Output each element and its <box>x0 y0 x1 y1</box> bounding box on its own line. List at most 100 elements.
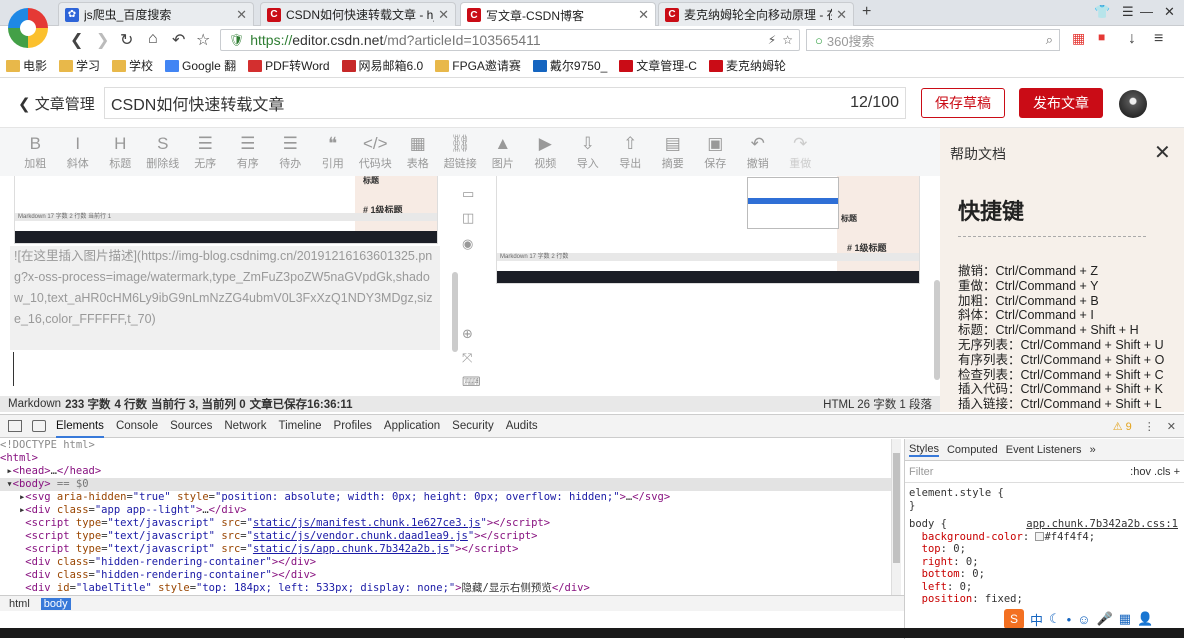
tab-baidu-search[interactable]: ✿ js爬虫_百度搜索 ✕ <box>58 2 254 26</box>
close-icon[interactable]: ✕ <box>236 7 247 23</box>
toolbar-button[interactable]: </> 代码块 <box>354 128 397 176</box>
home-icon[interactable]: ⌂ <box>148 30 158 48</box>
reload-icon[interactable]: ↻ <box>120 30 133 50</box>
css-property[interactable]: left: 0; <box>905 581 1184 594</box>
toolbar-button[interactable]: ❝ 引用 <box>312 128 355 176</box>
devtools-tab[interactable]: Audits <box>506 415 538 438</box>
bookmark-item[interactable]: 电影 <box>6 57 47 74</box>
devtools-tab[interactable]: Application <box>384 415 440 438</box>
lightning-icon[interactable]: ⚡ <box>768 33 776 47</box>
rule-source-link[interactable]: app.chunk.7b342a2b.css:1 <box>1026 518 1184 531</box>
css-property[interactable]: top: 0; <box>905 543 1184 556</box>
sogou-ime-icon[interactable]: S <box>1004 609 1024 629</box>
bookmark-item[interactable]: 网易邮箱6.0 <box>341 57 423 74</box>
toolbar-button[interactable]: ☰ 无序 <box>184 128 227 176</box>
toolbar-button[interactable]: ⇧ 导出 <box>609 128 652 176</box>
toolbar-button[interactable]: ☰ 有序 <box>227 128 270 176</box>
close-icon[interactable]: ✕ <box>1154 140 1171 165</box>
css-property[interactable]: bottom: 0; <box>905 568 1184 581</box>
toolbar-button[interactable]: ⇩ 导入 <box>567 128 610 176</box>
bookmark-item[interactable]: FPGA邀请赛 <box>435 57 521 74</box>
save-draft-button[interactable]: 保存草稿 <box>921 88 1005 118</box>
bookmark-item[interactable]: 麦克纳姆轮 <box>708 57 786 74</box>
markdown-editor[interactable]: 标题 # 1级标题 Markdown 17 字数 2 行数 当前行 1 ![在这… <box>0 176 460 396</box>
mic-icon[interactable]: 🎤 <box>1097 611 1113 627</box>
bookmark-item[interactable]: 学校 <box>112 57 153 74</box>
toolbar-button[interactable]: ☰ 待办 <box>269 128 312 176</box>
new-badge-icon[interactable]: ■ <box>1098 30 1105 44</box>
close-icon[interactable]: ✕ <box>438 7 449 23</box>
close-icon[interactable]: ✕ <box>638 7 649 23</box>
dom-scrollbar[interactable] <box>891 439 901 609</box>
devtools-tab[interactable]: Elements <box>56 415 104 438</box>
filter-tools[interactable]: :hov .cls + <box>1130 466 1180 478</box>
new-tab-button[interactable]: + <box>862 3 871 21</box>
publish-button[interactable]: 发布文章 <box>1019 88 1103 118</box>
dot-icon[interactable]: • <box>1067 612 1072 627</box>
ime-chinese-icon[interactable]: 中 <box>1030 610 1043 629</box>
device-icon[interactable] <box>32 420 46 432</box>
toolbar-button[interactable]: ▤ 摘要 <box>652 128 695 176</box>
preview-eye-icon[interactable]: ◉ <box>462 236 473 252</box>
toolbar-button[interactable]: I 斜体 <box>57 128 100 176</box>
user-icon[interactable]: 👤 <box>1137 611 1153 627</box>
search-input[interactable]: ○ 360搜索 ⌕ <box>806 29 1060 51</box>
smile-icon[interactable]: ☺ <box>1077 612 1090 627</box>
tab-computed[interactable]: Computed <box>947 444 998 456</box>
avatar[interactable] <box>1119 90 1147 118</box>
toolbar-button[interactable]: ▣ 保存 <box>694 128 737 176</box>
devtools-tab[interactable]: Timeline <box>279 415 322 438</box>
apps-icon[interactable]: ▦ <box>1072 30 1085 47</box>
undo-close-icon[interactable]: ↶ <box>172 30 185 50</box>
toolbar-button[interactable]: ↶ 撤销 <box>737 128 780 176</box>
crumb-html[interactable]: html <box>6 598 33 610</box>
grid-icon[interactable]: ▦ <box>1119 611 1131 627</box>
bookmark-item[interactable]: PDF转Word <box>248 57 330 74</box>
tab-mecanum[interactable]: C 麦克纳姆轮全向移动原理 - 在路 ✕ <box>658 2 854 26</box>
more-tabs-icon[interactable]: » <box>1090 444 1096 456</box>
crumb-body[interactable]: body <box>40 597 71 610</box>
tab-styles[interactable]: Styles <box>909 443 939 457</box>
devtools-tab[interactable]: Console <box>116 415 158 438</box>
tab-write-article[interactable]: C 写文章-CSDN博客 ✕ <box>460 2 656 27</box>
preview-scrollbar[interactable] <box>934 280 940 380</box>
devtools-tab[interactable]: Network <box>224 415 266 438</box>
toolbar-button[interactable]: B 加粗 <box>14 128 57 176</box>
url-field[interactable]: 🛡 https://editor.csdn.net/md?articleId=1… <box>220 29 800 51</box>
markdown-text[interactable]: ![在这里插入图片描述](https://img-blog.csdnimg.cn… <box>10 246 440 350</box>
moon-icon[interactable]: ☾ <box>1049 611 1061 627</box>
back-to-articles-link[interactable]: ❮ 文章管理 <box>18 93 95 114</box>
forward-icon[interactable]: ❯ <box>96 30 109 50</box>
bookmark-item[interactable]: 学习 <box>59 57 100 74</box>
menu-icon[interactable]: ≡ <box>1154 30 1163 48</box>
css-property[interactable]: position: fixed; <box>905 593 1184 606</box>
tab-event-listeners[interactable]: Event Listeners <box>1006 444 1082 456</box>
menu-icon[interactable]: ☰ <box>1122 4 1134 20</box>
toolbar-button[interactable]: H 标题 <box>99 128 142 176</box>
close-icon[interactable]: ✕ <box>1167 420 1176 433</box>
star-icon[interactable]: ☆ <box>196 30 210 50</box>
sync-scroll-icon[interactable]: ▭ <box>462 186 474 202</box>
minimize-button[interactable]: — <box>1140 4 1153 19</box>
split-view-icon[interactable]: ◫ <box>462 210 474 226</box>
shirt-icon[interactable]: 👕 <box>1094 4 1110 20</box>
close-window-button[interactable]: ✕ <box>1164 4 1175 20</box>
toolbar-button[interactable]: ▦ 表格 <box>397 128 440 176</box>
toolbar-button[interactable]: ▶ 视频 <box>524 128 567 176</box>
toolbar-button[interactable]: ↷ 重做 <box>779 128 822 176</box>
download-icon[interactable]: ↓ <box>1128 30 1136 48</box>
bookmark-item[interactable]: 文章管理-C <box>619 57 697 74</box>
devtools-tab[interactable]: Sources <box>170 415 212 438</box>
article-title-input[interactable]: CSDN如何快速转载文章 12/100 <box>104 87 906 119</box>
styles-filter-input[interactable]: Filter :hov .cls + <box>905 461 1184 483</box>
more-icon[interactable]: ⋮ <box>1144 420 1155 433</box>
css-property[interactable]: right: 0; <box>905 556 1184 569</box>
locate-icon[interactable]: ⊕ <box>462 326 473 342</box>
inspect-icon[interactable] <box>8 420 22 432</box>
bookmark-item[interactable]: Google 翻 <box>165 57 236 74</box>
bookmark-star-icon[interactable]: ☆ <box>782 33 793 47</box>
devtools-tab[interactable]: Profiles <box>334 415 372 438</box>
360-browser-logo[interactable] <box>8 8 48 48</box>
devtools-tab[interactable]: Security <box>452 415 494 438</box>
toolbar-button[interactable]: ⛓ 超链接 <box>439 128 482 176</box>
